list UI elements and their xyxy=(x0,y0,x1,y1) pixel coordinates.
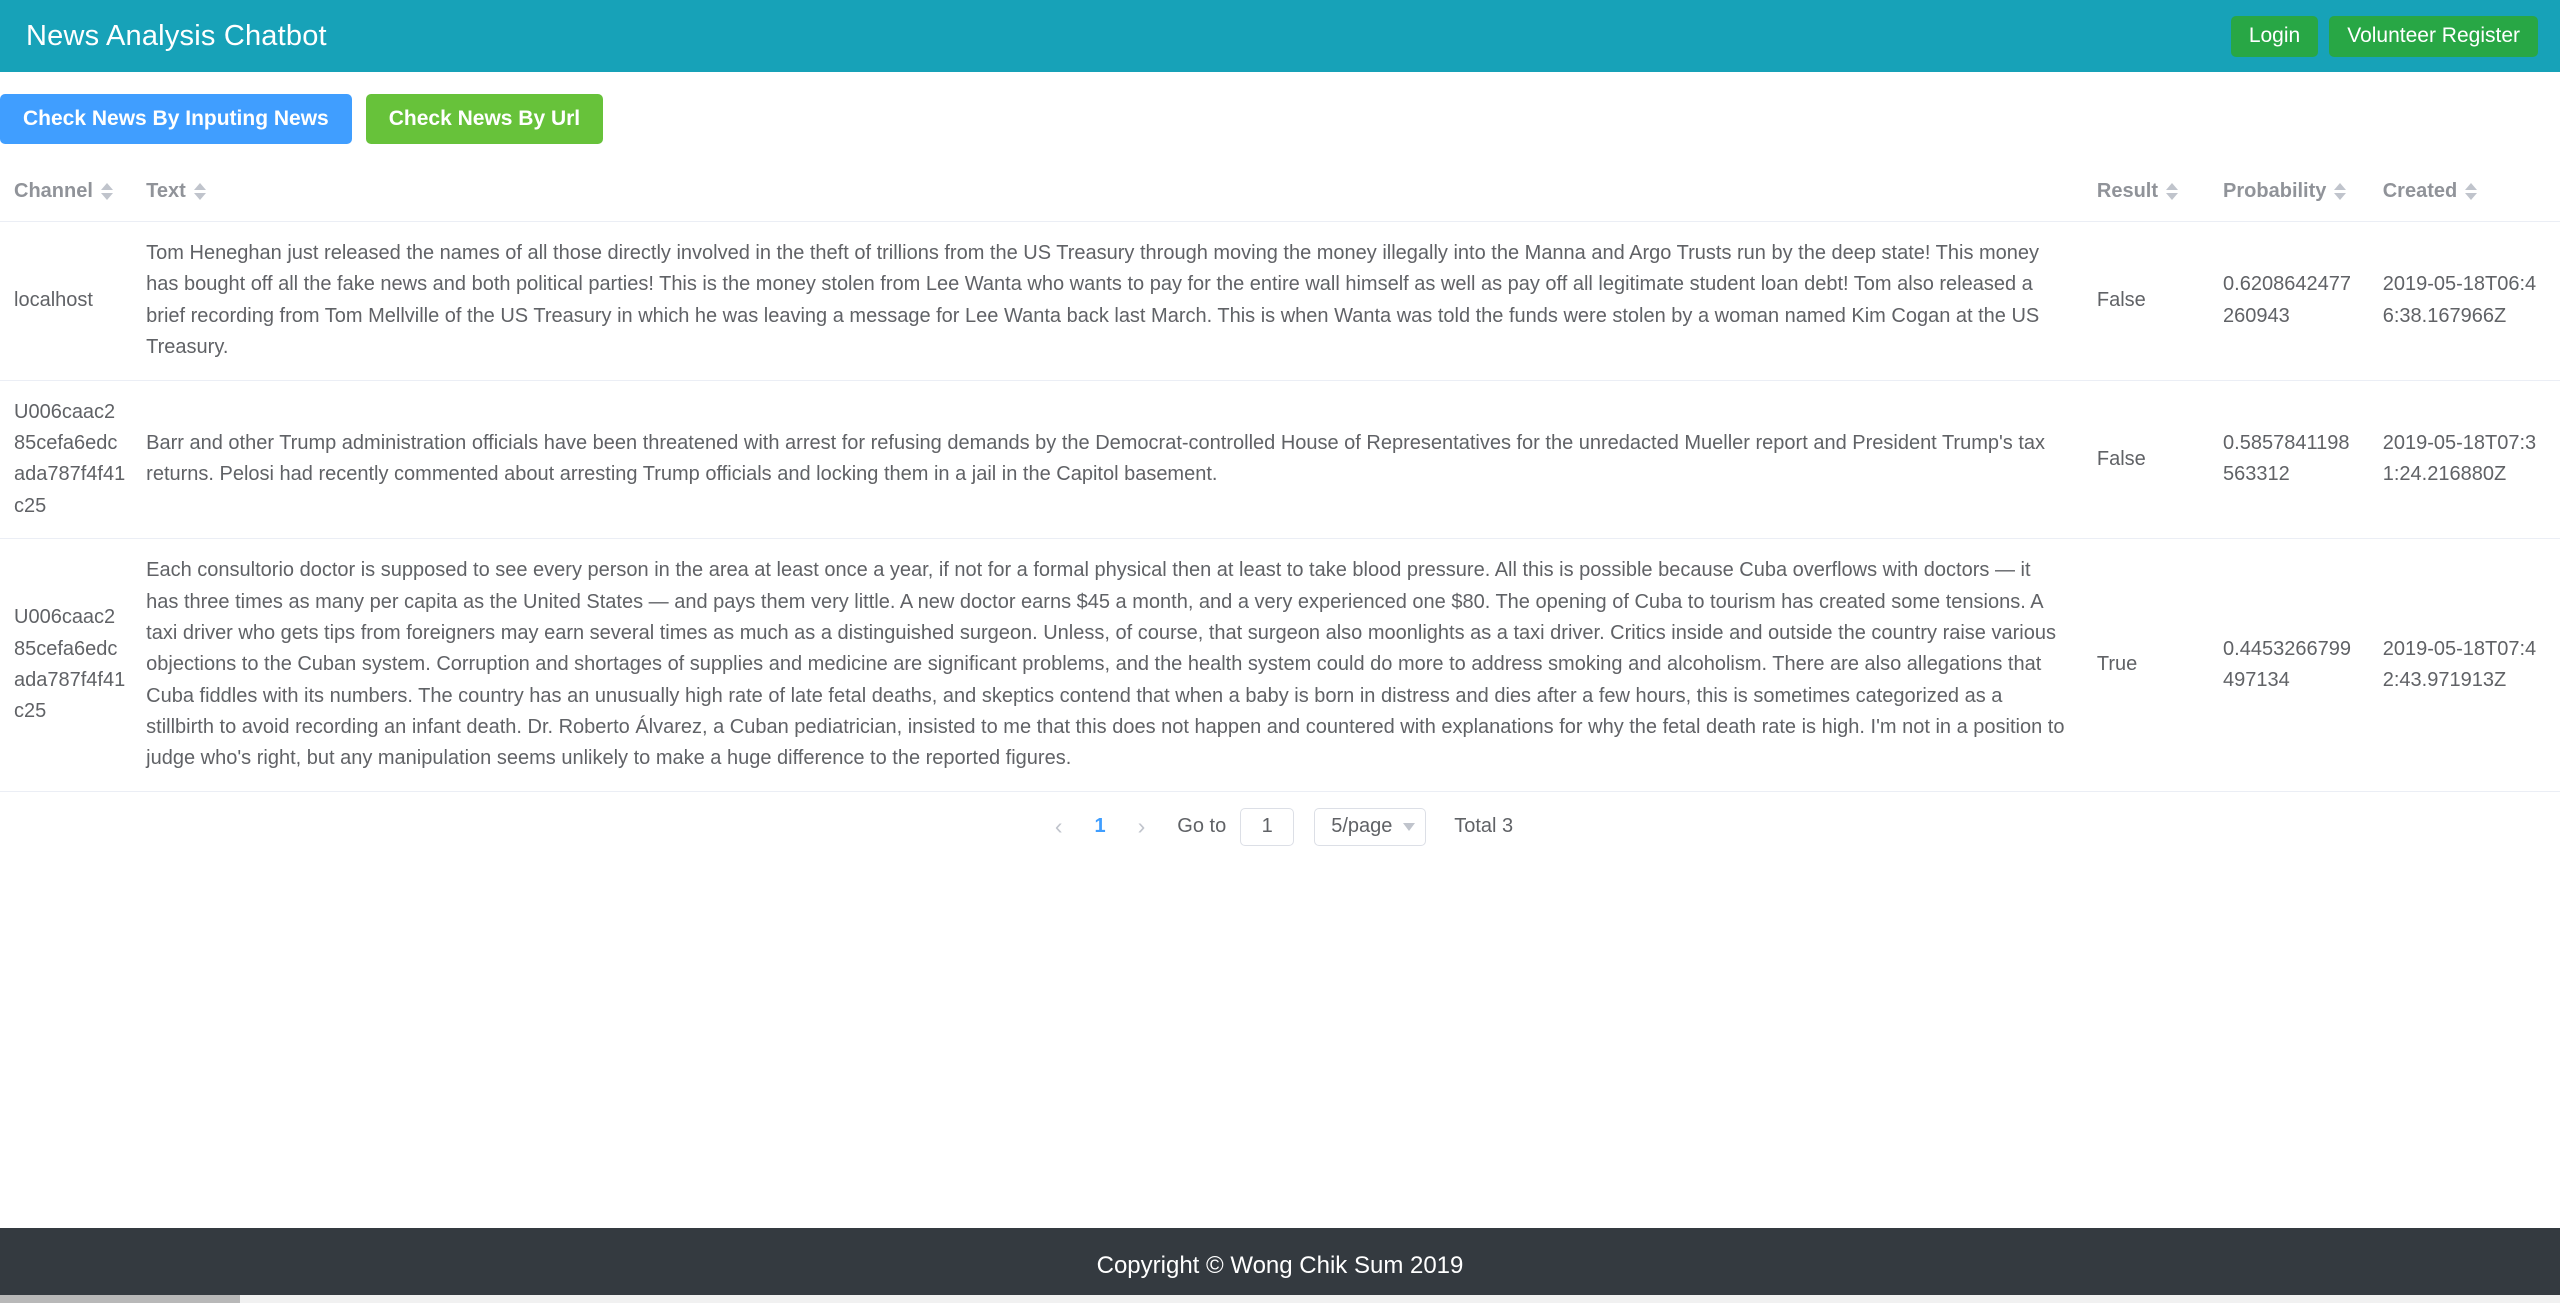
column-header-text-label: Text xyxy=(146,180,186,202)
scrollbar-thumb[interactable] xyxy=(0,1295,240,1303)
table-head: Channel Text Result Probability Created xyxy=(0,162,2560,222)
cell-probability: 0.5857841198563312 xyxy=(2213,380,2371,540)
caret-up-icon xyxy=(2465,183,2478,190)
cell-text: Each consultorio doctor is supposed to s… xyxy=(126,538,2087,792)
volunteer-register-button[interactable]: Volunteer Register xyxy=(2329,15,2538,57)
sort-icon[interactable] xyxy=(193,181,206,203)
total-count-label: Total 3 xyxy=(1454,815,1514,838)
action-bar: Check News By Inputing News Check News B… xyxy=(0,72,2560,162)
caret-down-icon xyxy=(193,193,206,200)
footer-copyright: Copyright © Wong Chik Sum 2019 xyxy=(1096,1251,1464,1279)
table-row[interactable]: U006caac285cefa6edcada787f4f41c25 Each c… xyxy=(0,538,2560,792)
sort-icon[interactable] xyxy=(2465,181,2478,203)
cell-created: 2019-05-18T07:42:43.971913Z xyxy=(2370,538,2560,792)
chevron-left-icon[interactable]: ‹ xyxy=(1047,813,1071,840)
cell-probability: 0.4453266799497134 xyxy=(2213,538,2371,792)
column-header-channel[interactable]: Channel xyxy=(0,162,127,222)
news-table: Channel Text Result Probability Created … xyxy=(0,162,2560,792)
column-header-text[interactable]: Text xyxy=(126,162,2087,222)
page-root: News Analysis Chatbot Login Volunteer Re… xyxy=(0,0,2560,1303)
cell-result: False xyxy=(2086,221,2214,381)
page-number-1[interactable]: 1 xyxy=(1085,813,1116,840)
column-header-probability-label: Probability xyxy=(2223,180,2327,202)
column-header-probability[interactable]: Probability xyxy=(2213,162,2371,222)
caret-up-icon xyxy=(2166,183,2179,190)
column-header-result-label: Result xyxy=(2096,180,2159,202)
table-header-row: Channel Text Result Probability Created xyxy=(0,162,2560,222)
goto-label: Go to xyxy=(1177,815,1227,838)
table-body: localhost Tom Heneghan just released the… xyxy=(0,221,2560,792)
sort-icon[interactable] xyxy=(2334,181,2347,203)
caret-down-icon xyxy=(100,193,113,200)
chevron-down-icon xyxy=(1403,822,1416,831)
footer: Copyright © Wong Chik Sum 2019 xyxy=(0,1228,2560,1303)
cell-text: Barr and other Trump administration offi… xyxy=(126,380,2087,540)
news-table-container: Channel Text Result Probability Created … xyxy=(0,162,2560,792)
cell-created: 2019-05-18T06:46:38.167966Z xyxy=(2370,221,2560,381)
cell-channel: localhost xyxy=(0,221,127,381)
goto-page-input[interactable] xyxy=(1240,807,1295,846)
column-header-created[interactable]: Created xyxy=(2370,162,2560,222)
column-header-channel-label: Channel xyxy=(14,180,93,202)
caret-down-icon xyxy=(2334,193,2347,200)
check-news-by-input-button[interactable]: Check News By Inputing News xyxy=(0,94,352,144)
page-size-select[interactable]: 5/page xyxy=(1314,807,1427,846)
cell-created: 2019-05-18T07:31:24.216880Z xyxy=(2370,380,2560,540)
cell-result: True xyxy=(2086,538,2214,792)
cell-text: Tom Heneghan just released the names of … xyxy=(126,221,2087,381)
caret-up-icon xyxy=(2334,183,2347,190)
column-header-created-label: Created xyxy=(2382,180,2458,202)
page-size-value: 5/page xyxy=(1331,815,1393,838)
caret-up-icon xyxy=(193,183,206,190)
pagination: ‹ 1 › Go to 5/page Total 3 xyxy=(0,792,2560,866)
column-header-result[interactable]: Result xyxy=(2086,162,2214,222)
table-row[interactable]: localhost Tom Heneghan just released the… xyxy=(0,221,2560,381)
horizontal-scrollbar[interactable] xyxy=(0,1295,2560,1303)
caret-up-icon xyxy=(100,183,113,190)
cell-result: False xyxy=(2086,380,2214,540)
sort-icon[interactable] xyxy=(2166,181,2179,203)
cell-channel: U006caac285cefa6edcada787f4f41c25 xyxy=(0,380,127,540)
caret-down-icon xyxy=(2166,193,2179,200)
cell-channel: U006caac285cefa6edcada787f4f41c25 xyxy=(0,538,127,792)
login-button[interactable]: Login xyxy=(2230,15,2319,57)
page-title: News Analysis Chatbot xyxy=(26,19,327,52)
table-row[interactable]: U006caac285cefa6edcada787f4f41c25 Barr a… xyxy=(0,380,2560,540)
top-navbar: News Analysis Chatbot Login Volunteer Re… xyxy=(0,0,2560,72)
sort-icon[interactable] xyxy=(100,181,113,203)
cell-probability: 0.6208642477260943 xyxy=(2213,221,2371,381)
navbar-actions: Login Volunteer Register xyxy=(2230,15,2538,57)
caret-down-icon xyxy=(2465,193,2478,200)
chevron-right-icon[interactable]: › xyxy=(1130,813,1154,840)
check-news-by-url-button[interactable]: Check News By Url xyxy=(365,94,604,144)
